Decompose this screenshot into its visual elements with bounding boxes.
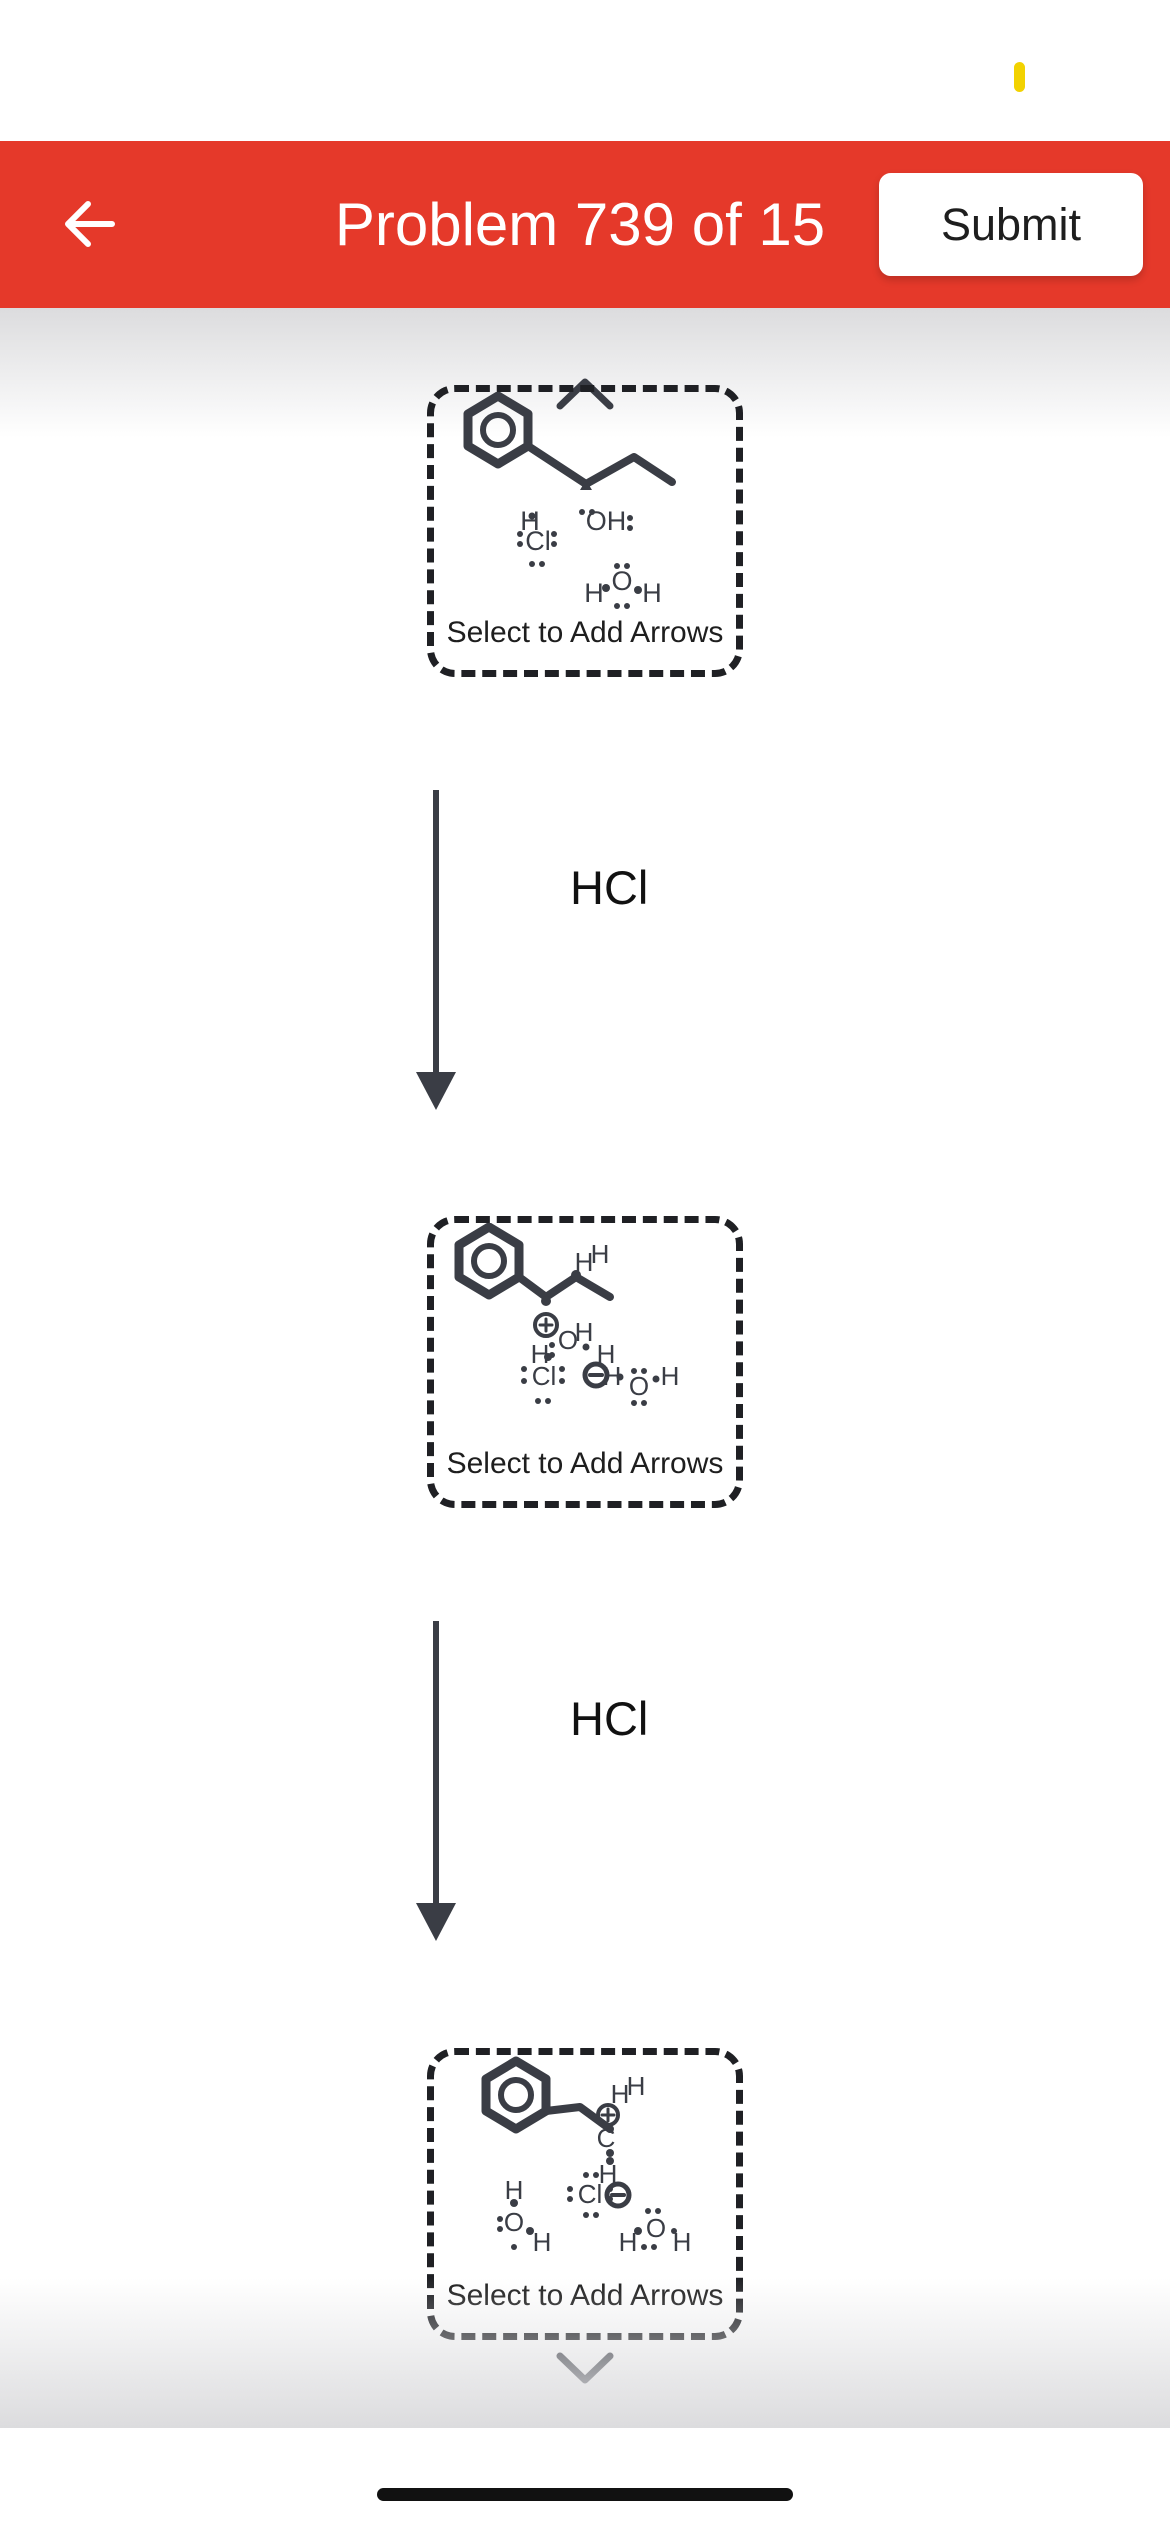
atom-label: H (603, 1361, 622, 1391)
step-instruction: Select to Add Arrows (446, 2279, 724, 2312)
atom-label: O (504, 2207, 524, 2237)
atom-label: H (661, 1361, 680, 1391)
atom-label: H (584, 578, 604, 608)
header-bar: Problem 739 of 15 Submit (0, 141, 1170, 308)
mechanism-canvas[interactable]: H Cl OH H O H Select to Add Arrows HCl H… (0, 308, 1170, 2428)
atom-label: H (619, 2227, 638, 2257)
home-indicator-area (0, 2428, 1170, 2532)
reaction-arrow-icon (416, 790, 456, 1110)
reaction-arrow-icon (416, 1621, 456, 1941)
step-instruction: Select to Add Arrows (446, 1447, 724, 1480)
atom-label: H (673, 2227, 692, 2257)
page-title: Problem 739 of 15 (334, 191, 826, 258)
back-button[interactable] (40, 174, 140, 274)
reagent-label: HCl (570, 861, 649, 914)
atom-label: O (646, 2213, 666, 2243)
chevron-down-icon[interactable] (554, 2350, 616, 2390)
mechanism-step-1[interactable]: H Cl OH H O H Select to Add Arrows (427, 385, 743, 677)
atom-label: H (627, 2071, 646, 2101)
arrow-left-icon (65, 201, 115, 247)
mechanism-step-2[interactable]: H H O H H H Cl H O H Select to Add Arrow… (427, 1216, 743, 1508)
atom-label: O (629, 1371, 649, 1401)
status-bar (0, 0, 1170, 141)
atom-label: H (591, 1239, 610, 1269)
step-instruction: Select to Add Arrows (446, 616, 724, 649)
atom-label: H (642, 578, 662, 608)
home-indicator[interactable] (377, 2488, 793, 2501)
atom-label: C (597, 2123, 616, 2153)
atom-label: O (611, 566, 632, 596)
status-indicator-dot (1014, 62, 1025, 92)
atom-label: Cl (532, 1361, 557, 1391)
reagent-label: HCl (570, 1692, 649, 1745)
submit-button[interactable]: Submit (879, 173, 1143, 276)
atom-label: H (505, 2175, 524, 2205)
atom-label: H (575, 1317, 594, 1347)
atom-label: Cl (525, 526, 551, 556)
atom-label: OH (586, 506, 627, 536)
atom-label: H (533, 2227, 552, 2257)
mechanism-step-3[interactable]: H H C H H O H Cl H O H Select to Add Arr… (427, 2048, 743, 2340)
atom-label: Cl (578, 2179, 603, 2209)
